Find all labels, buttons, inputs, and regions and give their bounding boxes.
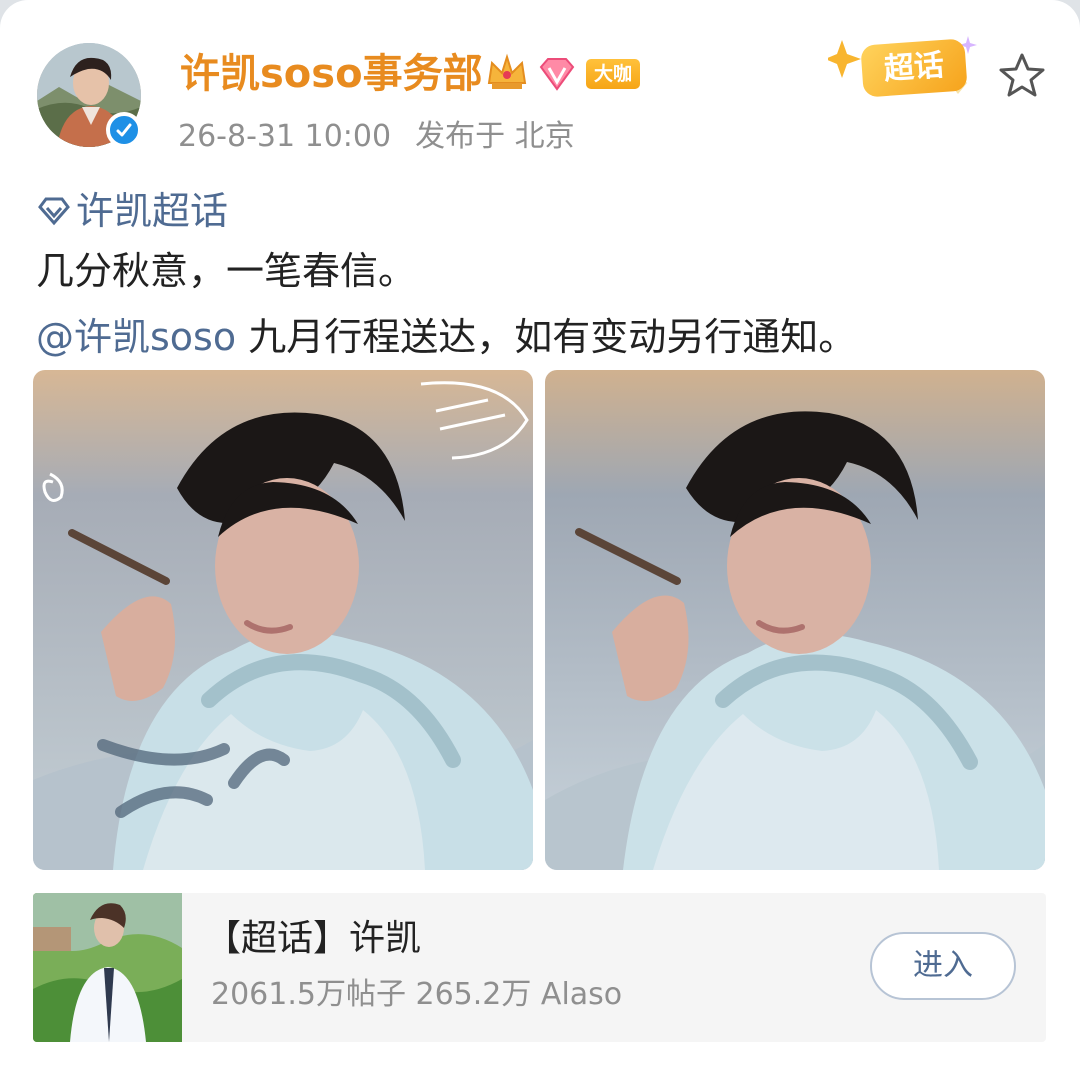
- post-text-line-1: 几分秋意，一笔春信。: [36, 249, 417, 293]
- post-text-line-2-body: 九月行程送达，如有变动另行通知。: [248, 315, 857, 359]
- supertopic-card-stats: 2061.5万帖子 265.2万 Alaso: [211, 977, 623, 1012]
- author-name[interactable]: 许凯soso事务部: [180, 46, 483, 102]
- post-image-2[interactable]: [545, 370, 1045, 870]
- supertopic-thumbnail: [33, 893, 182, 1042]
- post-location: 发布于 北京: [415, 119, 575, 154]
- verified-icon: [106, 112, 142, 148]
- post-meta: 26-8-31 10:00 发布于 北京: [178, 116, 575, 158]
- crown-icon: [485, 52, 529, 94]
- supertopic-label: 超话: [860, 38, 968, 98]
- star-icon[interactable]: [998, 52, 1046, 98]
- supertopic-link-text: 许凯超话: [76, 189, 229, 233]
- supertopic-icon: [38, 197, 70, 226]
- supertopic-card-title: 【超话】许凯: [205, 918, 422, 959]
- post-text-line-2: @许凯soso 九月行程送达，如有变动另行通知。: [36, 312, 856, 362]
- enter-button[interactable]: 进入: [870, 932, 1016, 1000]
- vip-badge: 大咖: [586, 59, 640, 89]
- weibo-post-card: 许凯soso事务部 大咖 26-8-31 10:00 发布于 北京 超话 许凯超…: [0, 0, 1080, 1065]
- fan-icon: [536, 54, 578, 94]
- supertopic-link[interactable]: 许凯超话: [36, 186, 228, 236]
- post-image-1[interactable]: [33, 370, 533, 870]
- post-time: 26-8-31 10:00: [178, 119, 392, 154]
- supertopic-card[interactable]: 【超话】许凯 2061.5万帖子 265.2万 Alaso 进入: [33, 893, 1046, 1042]
- mention-link[interactable]: @许凯soso: [36, 315, 236, 359]
- supertopic-badge[interactable]: 超话: [825, 28, 988, 106]
